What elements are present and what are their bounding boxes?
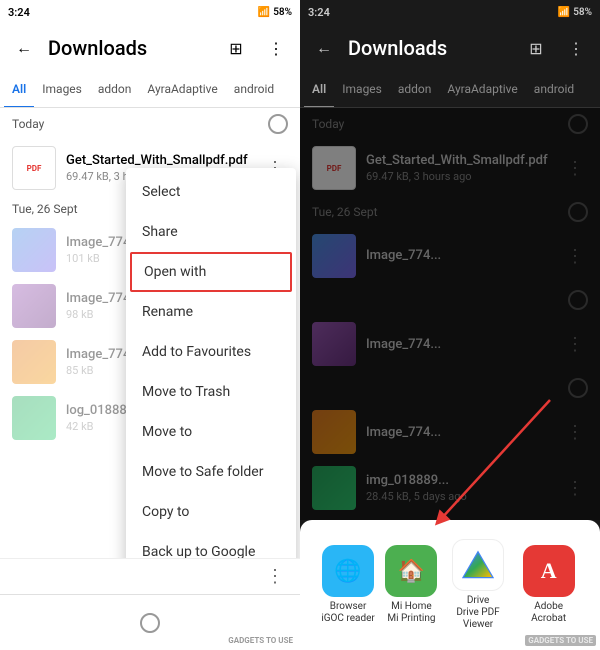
drive-icon — [452, 539, 504, 591]
adobe-label: Adobe Acrobat — [519, 601, 579, 625]
left-page-title: Downloads — [48, 36, 212, 60]
today-section-header: Today — [0, 108, 300, 140]
today-label: Today — [12, 117, 44, 131]
left-bottom-bar: ⋮ — [0, 558, 300, 594]
adobe-icon: A — [523, 545, 575, 597]
app-browser[interactable]: 🌐 BrowseriGOC reader — [321, 545, 374, 625]
menu-copy-to[interactable]: Copy to — [126, 492, 296, 532]
menu-backup-drive[interactable]: Back up to Google Drive — [126, 532, 296, 558]
menu-share[interactable]: Share — [126, 212, 296, 252]
image-thumb-1 — [12, 228, 56, 272]
grid-view-button[interactable]: ⊞ — [220, 32, 252, 64]
browser-icon: 🌐 — [322, 545, 374, 597]
tab-ayraadaptive[interactable]: AyraAdaptive — [139, 72, 225, 108]
bottom-more[interactable]: ⋮ — [262, 562, 288, 591]
tab-addon[interactable]: addon — [90, 72, 140, 108]
tab-all[interactable]: All — [4, 72, 34, 108]
left-top-bar: ← Downloads ⊞ ⋮ — [0, 24, 300, 72]
left-watermark: GADGETS TO USE — [225, 635, 296, 646]
mihome-label: Mi HomeMi Printing — [387, 601, 435, 625]
app-drive[interactable]: DriveDrive PDF Viewer — [448, 539, 508, 631]
right-top-bar: ← Downloads ⊞ ⋮ — [300, 24, 600, 72]
tab-android[interactable]: android — [226, 72, 282, 108]
image-thumb-3 — [12, 340, 56, 384]
right-grid-view-button[interactable]: ⊞ — [520, 32, 552, 64]
image-thumb-4 — [12, 396, 56, 440]
right-page-title: Downloads — [348, 36, 512, 60]
bottom-sheet: 🌐 BrowseriGOC reader 🏠 Mi HomeMi Printin… — [300, 520, 600, 650]
left-status-bar: 3:24 📶 58% — [0, 0, 300, 24]
today-check[interactable] — [268, 114, 288, 134]
left-tabs-bar: All Images addon AyraAdaptive android — [0, 72, 300, 108]
menu-move-trash[interactable]: Move to Trash — [126, 372, 296, 412]
back-button[interactable]: ← — [8, 32, 40, 64]
mihome-icon: 🏠 — [385, 545, 437, 597]
right-panel: 3:24 📶 58% ← Downloads ⊞ ⋮ All Images ad… — [300, 0, 600, 650]
right-more-options-button[interactable]: ⋮ — [560, 32, 592, 64]
left-status-icons: 📶 58% — [258, 7, 292, 18]
tue-label: Tue, 26 Sept — [12, 202, 78, 216]
bottom-check — [140, 613, 160, 633]
right-tab-images[interactable]: Images — [334, 72, 390, 108]
pdf-thumbnail: PDF — [12, 146, 56, 190]
app-mihome[interactable]: 🏠 Mi HomeMi Printing — [385, 545, 437, 625]
right-tab-ayraadaptive[interactable]: AyraAdaptive — [439, 72, 525, 108]
menu-move-to[interactable]: Move to — [126, 412, 296, 452]
right-back-button[interactable]: ← — [308, 32, 340, 64]
image-thumb-2 — [12, 284, 56, 328]
right-status-icons: 📶 58% — [558, 7, 592, 18]
right-content: Today PDF Get_Started_With_Smallpdf.pdf … — [300, 108, 600, 650]
menu-open-with[interactable]: Open with — [130, 252, 292, 292]
dim-overlay — [300, 108, 600, 520]
right-status-bar: 3:24 📶 58% — [300, 0, 600, 24]
right-tab-android[interactable]: android — [526, 72, 582, 108]
right-watermark: GADGETS TO USE — [525, 635, 596, 646]
left-time: 3:24 — [8, 6, 30, 19]
app-adobe[interactable]: A Adobe Acrobat — [519, 545, 579, 625]
left-panel: 3:24 📶 58% ← Downloads ⊞ ⋮ All Images ad… — [0, 0, 300, 650]
menu-add-favourites[interactable]: Add to Favourites — [126, 332, 296, 372]
pdf-file-name: Get_Started_With_Smallpdf.pdf — [66, 153, 252, 168]
tab-images[interactable]: Images — [34, 72, 90, 108]
browser-label: BrowseriGOC reader — [321, 601, 374, 625]
left-content: Today PDF Get_Started_With_Smallpdf.pdf … — [0, 108, 300, 558]
context-menu: Select Share Open with Rename Add to Fav… — [126, 168, 296, 558]
right-time: 3:24 — [308, 6, 330, 19]
right-tab-addon[interactable]: addon — [390, 72, 440, 108]
menu-move-safe[interactable]: Move to Safe folder — [126, 452, 296, 492]
menu-rename[interactable]: Rename — [126, 292, 296, 332]
drive-label: DriveDrive PDF Viewer — [448, 595, 508, 631]
more-options-button[interactable]: ⋮ — [260, 32, 292, 64]
right-tabs-bar: All Images addon AyraAdaptive android — [300, 72, 600, 108]
menu-select[interactable]: Select — [126, 172, 296, 212]
right-tab-all[interactable]: All — [304, 72, 334, 108]
